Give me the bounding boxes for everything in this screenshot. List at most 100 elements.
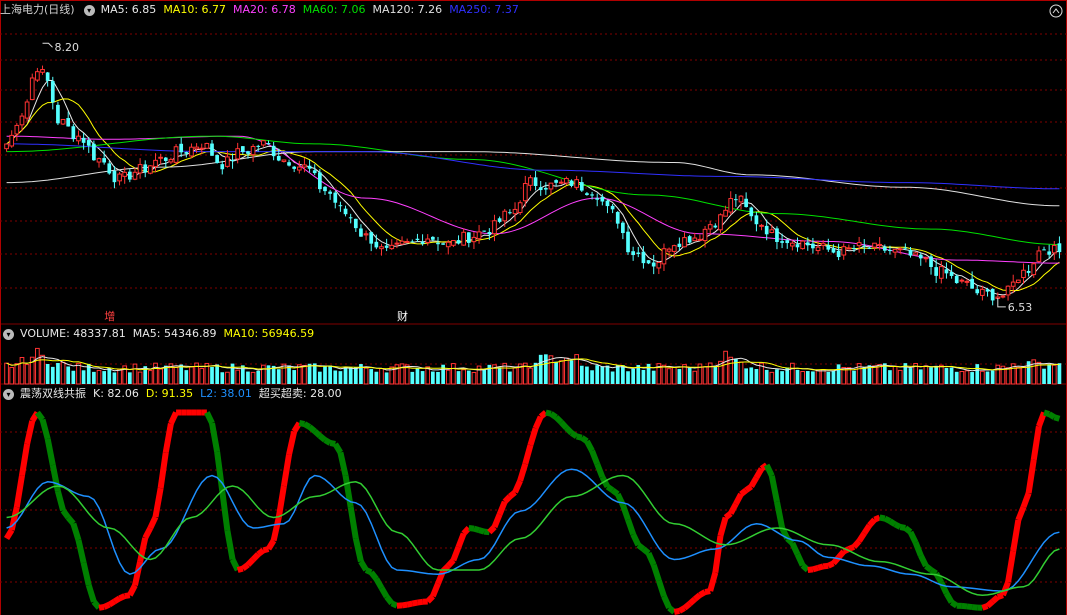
candle-body [615, 212, 620, 224]
candle-body [892, 248, 898, 253]
volume-bar [934, 365, 939, 384]
k-segment [903, 525, 913, 535]
candle-body [143, 164, 148, 173]
k-segment [265, 539, 277, 551]
volume-bar [328, 365, 332, 384]
candle-body [266, 143, 271, 145]
candle-body [677, 243, 682, 247]
k-segment [549, 411, 558, 420]
candle-body [512, 208, 518, 215]
k-segment [527, 427, 539, 447]
candle-body [692, 237, 698, 242]
volume-bar [512, 367, 518, 385]
candle-body [811, 243, 815, 249]
collapse-icon[interactable]: ▾ [83, 4, 95, 16]
volume-bar [558, 360, 564, 385]
volume-bar [959, 370, 965, 385]
volume-bar [888, 370, 892, 384]
volume-bar [651, 370, 656, 384]
candle-body [81, 137, 86, 143]
k-segment [580, 435, 589, 444]
k-segment [34, 410, 45, 422]
candle-body [384, 245, 389, 248]
maximize-icon-chevron [1052, 8, 1060, 14]
candle-body [764, 225, 769, 235]
candle-body [235, 148, 241, 160]
candle-body [35, 71, 40, 81]
volume-bar [538, 354, 543, 384]
candle-body [173, 146, 179, 163]
candle-body [585, 193, 589, 195]
volume-bar [600, 366, 605, 384]
candle-body [980, 288, 985, 296]
candle-body [888, 249, 892, 251]
candle-body [975, 289, 980, 294]
volume-bar [831, 370, 836, 384]
k-segment [692, 592, 702, 602]
volume-bar [333, 370, 338, 384]
candle-body [1021, 269, 1026, 279]
candle-body [682, 237, 687, 248]
k-segment [589, 449, 600, 466]
candle-body [548, 182, 554, 190]
k-segment [538, 410, 548, 419]
volume-bar [929, 367, 933, 384]
candle-body [492, 220, 497, 235]
k-segment [406, 600, 413, 608]
maximize-icon[interactable] [1049, 4, 1063, 18]
volume-bar [343, 366, 348, 384]
volume-bar [811, 371, 815, 384]
volume-bar [240, 365, 245, 384]
k-segment [302, 421, 312, 430]
k-segment [323, 437, 332, 446]
candle-body [610, 205, 615, 210]
volume-bar [872, 365, 877, 385]
stock-chart[interactable]: 8.20 6.53 增 财 [0, 0, 1067, 615]
k-segment [91, 599, 102, 610]
k-segment [822, 562, 829, 570]
candle-body [923, 257, 929, 260]
candle-body [631, 251, 635, 256]
candle-body [533, 177, 538, 186]
candle-body [230, 160, 235, 162]
candle-body [872, 242, 877, 248]
volume-bar [436, 371, 440, 384]
volume-bar [944, 368, 949, 384]
candle-body [697, 238, 703, 241]
k-segment [39, 418, 51, 440]
volume-bar [132, 363, 138, 385]
candle-body [9, 134, 15, 147]
volume-bar [112, 372, 117, 384]
collapse-icon[interactable]: ▾ [3, 328, 14, 340]
candle-body [189, 146, 194, 157]
k-segment [1043, 409, 1051, 417]
candle-body [343, 208, 348, 215]
volume-bar [45, 363, 50, 384]
candle-body [256, 145, 261, 147]
k-segment [209, 422, 221, 453]
volume-bar [56, 363, 60, 384]
candle-body [517, 202, 523, 214]
candle-body [333, 192, 338, 203]
k-segment [401, 601, 408, 609]
candle-body [780, 241, 784, 243]
volume-bar [820, 369, 826, 385]
candle-body [431, 236, 435, 240]
candle-body [425, 238, 431, 243]
candle-body [908, 249, 913, 256]
k-segment [425, 594, 435, 604]
k-segment [55, 490, 66, 512]
ma250-line [6, 143, 1060, 190]
k-segment [912, 541, 924, 557]
collapse-icon[interactable]: ▾ [3, 388, 14, 400]
candle-body [404, 240, 410, 243]
candle-body [543, 187, 548, 190]
candle-body [671, 245, 677, 252]
candle-body [363, 233, 369, 236]
legend-overbought: 超买超卖: 28.00 [258, 387, 342, 400]
candle-body [338, 205, 343, 207]
legend-k: K: 82.06 [93, 387, 139, 400]
candle-body [112, 170, 117, 183]
volume-bar [738, 361, 744, 385]
k-segment [1053, 414, 1061, 422]
